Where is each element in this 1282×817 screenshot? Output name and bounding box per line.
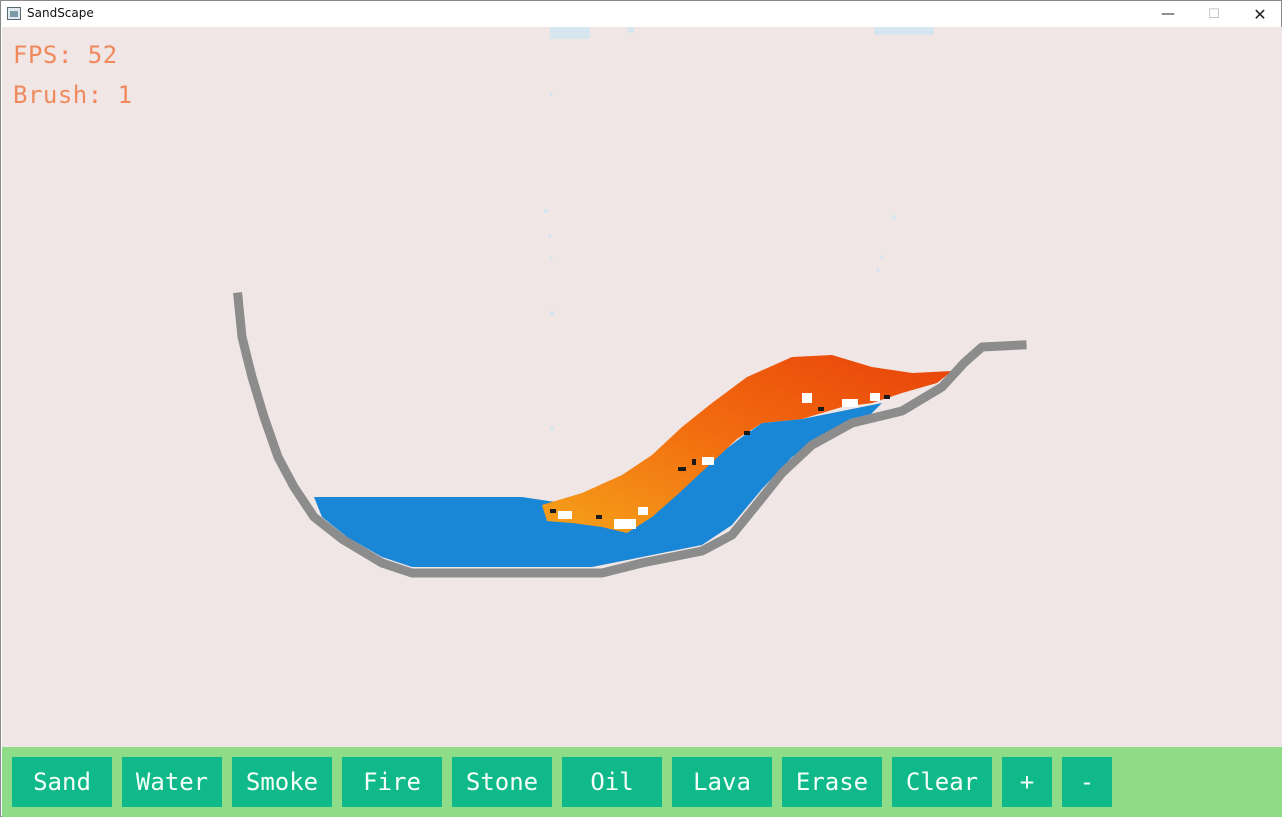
close-button[interactable]: ✕: [1237, 1, 1282, 27]
title-bar[interactable]: SandScape — ☐ ✕: [1, 1, 1281, 27]
sand-button[interactable]: Sand: [12, 757, 112, 807]
minimize-button[interactable]: —: [1145, 1, 1191, 27]
window-title: SandScape: [27, 6, 94, 20]
app-icon: [7, 7, 21, 20]
stone-button[interactable]: Stone: [452, 757, 552, 807]
fire-button[interactable]: Fire: [342, 757, 442, 807]
water-body: [314, 403, 882, 567]
maximize-button[interactable]: ☐: [1191, 1, 1237, 27]
lava-button[interactable]: Lava: [672, 757, 772, 807]
clear-button[interactable]: Clear: [892, 757, 992, 807]
brush-increase-button[interactable]: +: [1002, 757, 1052, 807]
brush-size-indicator: Brush: 1: [13, 81, 133, 109]
oil-button[interactable]: Oil: [562, 757, 662, 807]
smoke-button[interactable]: Smoke: [232, 757, 332, 807]
material-toolbar: Sand Water Smoke Fire Stone Oil Lava Era…: [2, 747, 1282, 817]
erase-button[interactable]: Erase: [782, 757, 882, 807]
simulation-canvas[interactable]: FPS: 52 Brush: 1: [2, 27, 1282, 747]
brush-decrease-button[interactable]: -: [1062, 757, 1112, 807]
water-button[interactable]: Water: [122, 757, 222, 807]
particle-scene: [233, 27, 1027, 578]
app-window: SandScape — ☐ ✕ FPS: 52 Brush: 1 Sand Wa…: [0, 0, 1282, 817]
fps-counter: FPS: 52: [13, 41, 118, 69]
